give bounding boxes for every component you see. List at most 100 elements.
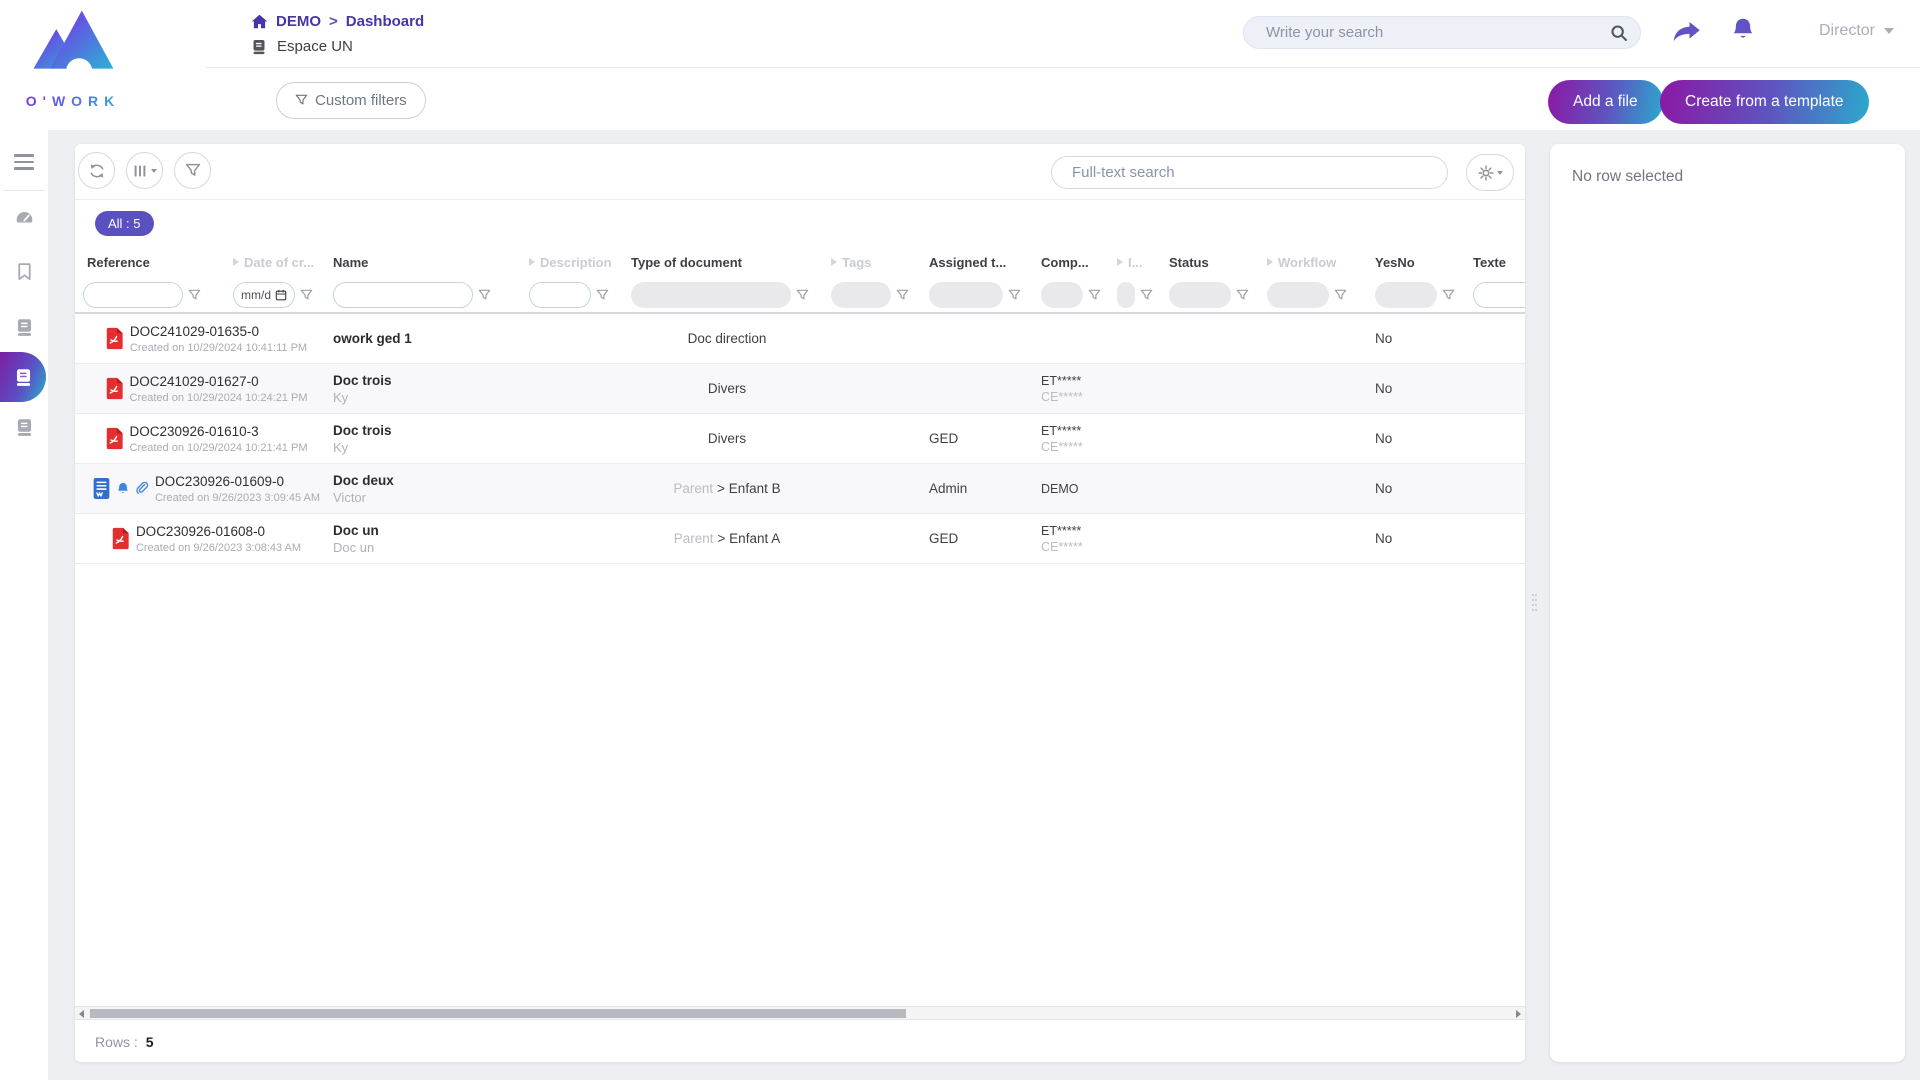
scroll-right-arrow-icon[interactable] [1516,1010,1521,1018]
panel-resize-handle[interactable] [1532,594,1538,614]
table-row[interactable]: DOC230926-01608-0 Created on 9/26/2023 3… [75,514,1525,564]
refresh-button[interactable] [78,152,115,189]
custom-filters-button[interactable]: Custom filters [276,82,426,119]
scroll-left-arrow-icon[interactable] [79,1010,84,1018]
row-created-date: Created on 9/26/2023 3:09:45 AM [155,492,320,504]
global-search-input[interactable] [1266,17,1596,48]
filter-disabled-type [631,282,791,308]
column-label: Name [333,255,368,270]
breadcrumb: DEMO > Dashboard [251,13,424,30]
column-header-yesno[interactable]: YesNo [1367,255,1465,270]
user-role-menu[interactable]: Director [1819,22,1894,40]
filter-funnel-icon[interactable] [478,289,491,302]
filter-date-input[interactable]: mm/d [233,282,295,308]
sidebar-item-archive[interactable] [0,409,48,445]
filter-input-name[interactable] [333,282,473,308]
expand-arrow-icon[interactable] [529,258,535,266]
table-row[interactable]: DOC241029-01627-0 Created on 10/29/2024 … [75,364,1525,414]
column-header-assigned-to[interactable]: Assigned t... [921,255,1033,270]
row-yesno: No [1367,464,1465,513]
table-row[interactable]: DOC230926-01610-3 Created on 10/29/2024 … [75,414,1525,464]
row-assigned: GED [921,514,1033,563]
breadcrumb-root[interactable]: DEMO [276,13,321,30]
filter-input-description[interactable] [529,282,591,308]
expand-arrow-icon[interactable] [1117,258,1123,266]
horizontal-scrollbar[interactable] [75,1006,1525,1020]
sidebar-item-library[interactable] [0,309,48,345]
global-search [1243,16,1641,49]
column-header-texte[interactable]: Texte [1465,255,1525,270]
book-icon [15,418,34,437]
sidebar-menu-toggle[interactable] [0,144,48,180]
filter-funnel-icon[interactable] [896,289,909,302]
columns-button[interactable] [126,152,163,189]
filter-funnel-icon[interactable] [796,289,809,302]
column-header-status[interactable]: Status [1161,255,1259,270]
left-sidebar [0,130,48,1080]
expand-arrow-icon[interactable] [1267,258,1273,266]
row-reference: DOC241029-01635-0 [130,324,307,339]
pdf-file-icon [105,377,124,400]
column-header-workflow[interactable]: Workflow [1259,255,1367,270]
chevron-down-icon [1497,171,1503,175]
app-logo[interactable]: O'WORK [14,4,132,109]
row-assigned [921,314,1033,363]
column-header-tags[interactable]: Tags [823,255,921,270]
share-icon[interactable] [1672,18,1702,44]
hamburger-icon [14,154,34,169]
bookmark-icon [15,262,34,281]
row-reference: DOC230926-01609-0 [155,474,320,489]
row-assigned: GED [921,414,1033,463]
filter-funnel-icon[interactable] [1236,289,1249,302]
filter-funnel-icon[interactable] [1008,289,1021,302]
row-type: Divers [708,431,746,446]
all-count-badge[interactable]: All : 5 [95,211,154,236]
column-header-i[interactable]: I... [1109,255,1161,270]
book-icon [251,39,267,55]
fulltext-search-input[interactable] [1052,157,1447,188]
row-created-date: Created on 10/29/2024 10:21:41 PM [130,442,308,454]
filter-funnel-icon[interactable] [596,289,609,302]
sidebar-item-bookmarks[interactable] [0,253,48,289]
row-type: Divers [708,381,746,396]
filter-input-texte[interactable] [1473,282,1525,308]
filter-funnel-icon[interactable] [1140,289,1153,302]
add-file-button[interactable]: Add a file [1548,80,1663,124]
filter-funnel-icon [295,94,308,107]
filter-funnel-icon[interactable] [188,289,201,302]
expand-arrow-icon[interactable] [831,258,837,266]
search-icon[interactable] [1610,24,1628,42]
row-reference: DOC230926-01610-3 [130,424,308,439]
refresh-icon [89,163,105,179]
scrollbar-thumb[interactable] [90,1009,906,1018]
sidebar-item-documents-active[interactable] [0,352,46,402]
column-header-description[interactable]: Description [521,255,623,270]
table-row[interactable]: DOC241029-01635-0 Created on 10/29/2024 … [75,314,1525,364]
filter-funnel-icon[interactable] [1334,289,1347,302]
table-row[interactable]: DOC230926-01609-0 Created on 9/26/2023 3… [75,464,1525,514]
breadcrumb-current[interactable]: Dashboard [346,13,424,30]
grid-settings-button[interactable] [1466,154,1514,191]
column-header-company[interactable]: Comp... [1033,255,1109,270]
filter-disabled-status [1169,282,1231,308]
calendar-icon[interactable] [275,289,287,301]
sidebar-item-dashboard[interactable] [0,199,48,235]
filter-input-reference[interactable] [83,282,183,308]
filter-button[interactable] [174,152,211,189]
column-header-reference[interactable]: Reference [75,255,225,270]
column-header-type-of-document[interactable]: Type of document [623,255,823,270]
filter-funnel-icon[interactable] [300,289,313,302]
row-created-date: Created on 10/29/2024 10:41:11 PM [130,342,307,354]
notifications-bell-icon[interactable] [1730,15,1756,45]
create-from-template-button[interactable]: Create from a template [1660,80,1869,124]
home-icon[interactable] [251,14,268,29]
filter-funnel-icon[interactable] [1442,289,1455,302]
user-role-label: Director [1819,22,1875,40]
filter-disabled-company [1041,282,1083,308]
column-header-date-of-creation[interactable]: Date of cr... [225,255,325,270]
book-icon [15,318,34,337]
expand-arrow-icon[interactable] [233,258,239,266]
column-header-name[interactable]: Name [325,255,521,270]
row-yesno: No [1367,364,1465,413]
filter-funnel-icon[interactable] [1088,289,1101,302]
